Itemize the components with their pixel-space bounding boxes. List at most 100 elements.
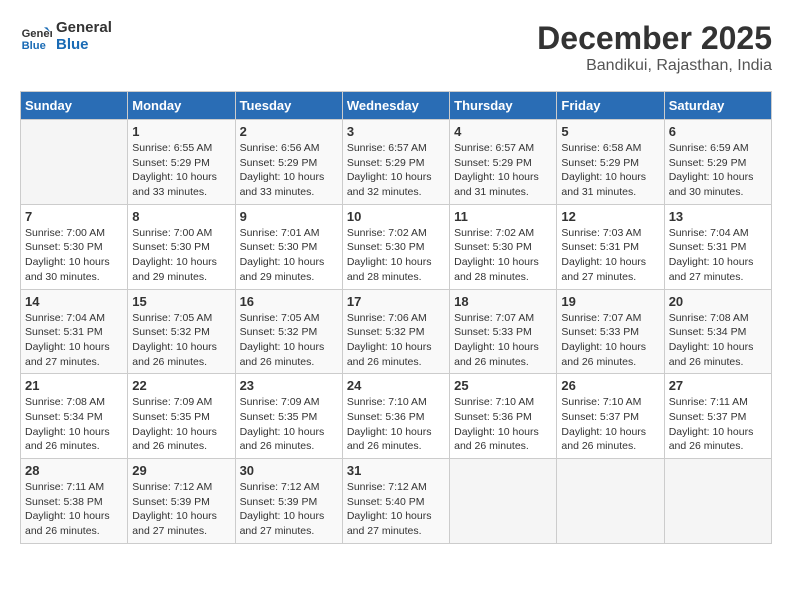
day-number: 13	[669, 209, 767, 224]
day-info: Sunrise: 7:01 AMSunset: 5:30 PMDaylight:…	[240, 226, 338, 285]
day-info: Sunrise: 7:00 AMSunset: 5:30 PMDaylight:…	[25, 226, 123, 285]
day-info: Sunrise: 6:58 AMSunset: 5:29 PMDaylight:…	[561, 141, 659, 200]
calendar-cell: 26 Sunrise: 7:10 AMSunset: 5:37 PMDayligh…	[557, 374, 664, 459]
calendar-cell: 10Sunrise: 7:02 AMSunset: 5:30 PMDayligh…	[342, 204, 449, 289]
day-info: Sunrise: 7:00 AMSunset: 5:30 PMDaylight:…	[132, 226, 230, 285]
day-info: Sunrise: 7:10 AMSunset: 5:36 PMDaylight:…	[347, 395, 445, 454]
calendar-cell: 3 Sunrise: 6:57 AMSunset: 5:29 PMDaylight…	[342, 120, 449, 205]
day-info: Sunrise: 7:07 AMSunset: 5:33 PMDaylight:…	[454, 311, 552, 370]
day-info: Sunrise: 7:05 AMSunset: 5:32 PMDaylight:…	[240, 311, 338, 370]
day-number: 12	[561, 209, 659, 224]
day-info: Sunrise: 6:56 AMSunset: 5:29 PMDaylight:…	[240, 141, 338, 200]
day-info: Sunrise: 6:57 AMSunset: 5:29 PMDaylight:…	[347, 141, 445, 200]
calendar-cell: 13 Sunrise: 7:04 AMSunset: 5:31 PMDayligh…	[664, 204, 771, 289]
calendar-cell: 24Sunrise: 7:10 AMSunset: 5:36 PMDayligh…	[342, 374, 449, 459]
calendar-cell: 27 Sunrise: 7:11 AMSunset: 5:37 PMDayligh…	[664, 374, 771, 459]
day-info: Sunrise: 7:08 AMSunset: 5:34 PMDaylight:…	[25, 395, 123, 454]
day-number: 1	[132, 124, 230, 139]
day-info: Sunrise: 7:10 AMSunset: 5:37 PMDaylight:…	[561, 395, 659, 454]
day-info: Sunrise: 6:57 AMSunset: 5:29 PMDaylight:…	[454, 141, 552, 200]
day-info: Sunrise: 7:09 AMSunset: 5:35 PMDaylight:…	[240, 395, 338, 454]
day-number: 27	[669, 378, 767, 393]
day-number: 14	[25, 294, 123, 309]
day-number: 5	[561, 124, 659, 139]
calendar-body: 1 Sunrise: 6:55 AMSunset: 5:29 PMDaylight…	[21, 120, 772, 544]
calendar-cell: 12 Sunrise: 7:03 AMSunset: 5:31 PMDayligh…	[557, 204, 664, 289]
calendar-cell: 21 Sunrise: 7:08 AMSunset: 5:34 PMDayligh…	[21, 374, 128, 459]
day-of-week-wednesday: Wednesday	[342, 92, 449, 120]
page-header: General Blue General Blue December 2025 …	[20, 20, 772, 75]
location-subtitle: Bandikui, Rajasthan, India	[537, 57, 772, 75]
calendar-cell: 22 Sunrise: 7:09 AMSunset: 5:35 PMDayligh…	[128, 374, 235, 459]
day-number: 7	[25, 209, 123, 224]
day-number: 20	[669, 294, 767, 309]
day-info: Sunrise: 7:11 AMSunset: 5:38 PMDaylight:…	[25, 480, 123, 539]
calendar-cell: 20 Sunrise: 7:08 AMSunset: 5:34 PMDayligh…	[664, 289, 771, 374]
calendar-cell	[664, 459, 771, 544]
day-info: Sunrise: 7:05 AMSunset: 5:32 PMDaylight:…	[132, 311, 230, 370]
logo-icon: General Blue	[20, 21, 52, 53]
day-info: Sunrise: 7:06 AMSunset: 5:32 PMDaylight:…	[347, 311, 445, 370]
calendar-cell: 6 Sunrise: 6:59 AMSunset: 5:29 PMDaylight…	[664, 120, 771, 205]
calendar-week-2: 7 Sunrise: 7:00 AMSunset: 5:30 PMDaylight…	[21, 204, 772, 289]
day-number: 26	[561, 378, 659, 393]
month-year-title: December 2025	[537, 20, 772, 57]
day-of-week-thursday: Thursday	[450, 92, 557, 120]
day-number: 4	[454, 124, 552, 139]
day-number: 25	[454, 378, 552, 393]
day-number: 2	[240, 124, 338, 139]
day-number: 31	[347, 463, 445, 478]
calendar-cell: 16 Sunrise: 7:05 AMSunset: 5:32 PMDayligh…	[235, 289, 342, 374]
calendar-cell: 30 Sunrise: 7:12 AMSunset: 5:39 PMDayligh…	[235, 459, 342, 544]
logo-line2: Blue	[56, 37, 112, 54]
day-number: 3	[347, 124, 445, 139]
day-info: Sunrise: 7:04 AMSunset: 5:31 PMDaylight:…	[669, 226, 767, 285]
day-info: Sunrise: 7:04 AMSunset: 5:31 PMDaylight:…	[25, 311, 123, 370]
day-number: 28	[25, 463, 123, 478]
day-info: Sunrise: 7:09 AMSunset: 5:35 PMDaylight:…	[132, 395, 230, 454]
calendar-week-4: 21 Sunrise: 7:08 AMSunset: 5:34 PMDayligh…	[21, 374, 772, 459]
day-info: Sunrise: 7:08 AMSunset: 5:34 PMDaylight:…	[669, 311, 767, 370]
day-info: Sunrise: 7:12 AMSunset: 5:39 PMDaylight:…	[132, 480, 230, 539]
day-of-week-monday: Monday	[128, 92, 235, 120]
day-number: 29	[132, 463, 230, 478]
day-number: 10	[347, 209, 445, 224]
day-number: 17	[347, 294, 445, 309]
calendar-cell: 14 Sunrise: 7:04 AMSunset: 5:31 PMDayligh…	[21, 289, 128, 374]
day-info: Sunrise: 7:03 AMSunset: 5:31 PMDaylight:…	[561, 226, 659, 285]
day-number: 16	[240, 294, 338, 309]
day-info: Sunrise: 7:12 AMSunset: 5:39 PMDaylight:…	[240, 480, 338, 539]
calendar-week-3: 14 Sunrise: 7:04 AMSunset: 5:31 PMDayligh…	[21, 289, 772, 374]
svg-text:Blue: Blue	[22, 40, 46, 52]
day-info: Sunrise: 7:02 AMSunset: 5:30 PMDaylight:…	[454, 226, 552, 285]
calendar-cell: 29 Sunrise: 7:12 AMSunset: 5:39 PMDayligh…	[128, 459, 235, 544]
day-number: 11	[454, 209, 552, 224]
title-area: December 2025 Bandikui, Rajasthan, India	[537, 20, 772, 75]
day-info: Sunrise: 6:59 AMSunset: 5:29 PMDaylight:…	[669, 141, 767, 200]
day-number: 21	[25, 378, 123, 393]
calendar-cell: 17 Sunrise: 7:06 AMSunset: 5:32 PMDayligh…	[342, 289, 449, 374]
day-info: Sunrise: 7:10 AMSunset: 5:36 PMDaylight:…	[454, 395, 552, 454]
day-number: 19	[561, 294, 659, 309]
day-number: 22	[132, 378, 230, 393]
day-info: Sunrise: 7:11 AMSunset: 5:37 PMDaylight:…	[669, 395, 767, 454]
calendar-cell: 23Sunrise: 7:09 AMSunset: 5:35 PMDayligh…	[235, 374, 342, 459]
day-number: 30	[240, 463, 338, 478]
calendar-cell: 25 Sunrise: 7:10 AMSunset: 5:36 PMDayligh…	[450, 374, 557, 459]
calendar-cell: 8Sunrise: 7:00 AMSunset: 5:30 PMDaylight…	[128, 204, 235, 289]
calendar-cell: 19 Sunrise: 7:07 AMSunset: 5:33 PMDayligh…	[557, 289, 664, 374]
calendar-cell: 18Sunrise: 7:07 AMSunset: 5:33 PMDayligh…	[450, 289, 557, 374]
calendar-cell: 15Sunrise: 7:05 AMSunset: 5:32 PMDayligh…	[128, 289, 235, 374]
day-number: 6	[669, 124, 767, 139]
calendar-cell: 28 Sunrise: 7:11 AMSunset: 5:38 PMDayligh…	[21, 459, 128, 544]
day-info: Sunrise: 7:07 AMSunset: 5:33 PMDaylight:…	[561, 311, 659, 370]
calendar-week-5: 28 Sunrise: 7:11 AMSunset: 5:38 PMDayligh…	[21, 459, 772, 544]
day-info: Sunrise: 6:55 AMSunset: 5:29 PMDaylight:…	[132, 141, 230, 200]
day-of-week-tuesday: Tuesday	[235, 92, 342, 120]
calendar-cell: 31 Sunrise: 7:12 AMSunset: 5:40 PMDayligh…	[342, 459, 449, 544]
day-info: Sunrise: 7:12 AMSunset: 5:40 PMDaylight:…	[347, 480, 445, 539]
day-number: 9	[240, 209, 338, 224]
calendar-table: SundayMondayTuesdayWednesdayThursdayFrid…	[20, 91, 772, 544]
calendar-cell: 5 Sunrise: 6:58 AMSunset: 5:29 PMDaylight…	[557, 120, 664, 205]
logo: General Blue General Blue	[20, 20, 112, 53]
